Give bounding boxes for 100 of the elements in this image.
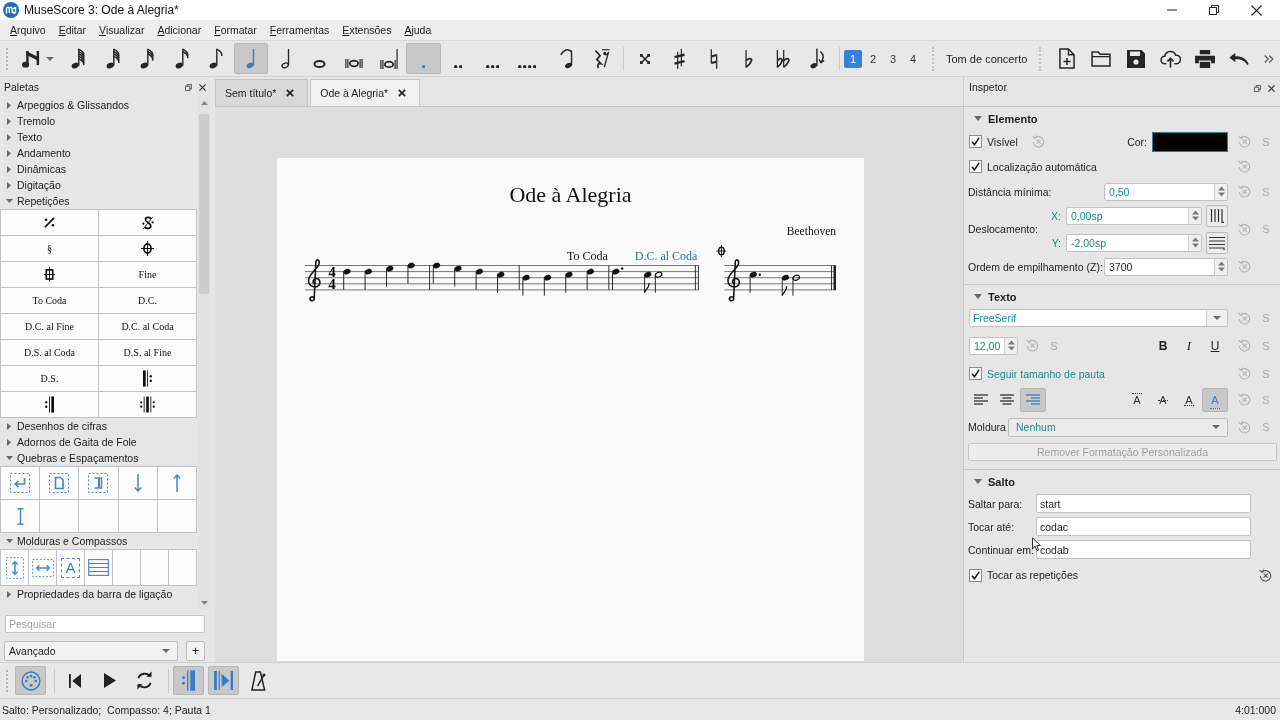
text-field[interactable]: codac xyxy=(1036,517,1251,536)
spin-box[interactable]: 3700 xyxy=(1104,257,1228,276)
palette-category[interactable]: Molduras e Compassos xyxy=(0,533,198,549)
palette-item[interactable]: D.C. al Fine xyxy=(1,314,98,339)
score-tab[interactable]: Sem título* xyxy=(215,79,309,106)
concert-pitch-button[interactable]: Tom de concerto xyxy=(942,46,1032,71)
voice-button[interactable]: 2 xyxy=(864,49,882,68)
dot-button[interactable] xyxy=(406,43,441,74)
color-swatch[interactable] xyxy=(1152,131,1228,152)
palette-category[interactable]: Andamento xyxy=(0,145,198,161)
palette-item[interactable]: D.S. al Fine xyxy=(99,340,196,365)
close-icon[interactable] xyxy=(1268,85,1275,92)
score-tab[interactable]: Ode à Alegria* xyxy=(310,79,421,106)
caret-icon xyxy=(46,56,54,61)
eighth-note-icon xyxy=(209,48,224,69)
add-button[interactable]: + xyxy=(186,641,205,661)
text-field[interactable]: start xyxy=(1036,494,1251,513)
close-icon[interactable] xyxy=(398,89,407,97)
palette-category[interactable]: Texto xyxy=(0,129,198,145)
italic-button[interactable]: I xyxy=(1176,334,1202,357)
checkbox[interactable] xyxy=(969,367,982,380)
palette-item[interactable]: Fine xyxy=(99,262,196,287)
menu-item[interactable]: Arquivo xyxy=(10,24,46,36)
undock-icon[interactable] xyxy=(1254,85,1261,92)
reset-icon[interactable] xyxy=(1259,568,1272,582)
play-repeats-button[interactable] xyxy=(173,666,204,695)
menu-item[interactable]: Ajuda xyxy=(404,24,432,36)
text-field[interactable]: codab xyxy=(1036,540,1251,559)
spin-box[interactable]: -2,00sp xyxy=(1066,233,1202,252)
mode-dropdown[interactable]: Avançado xyxy=(4,641,178,661)
menu-item[interactable]: Extensões xyxy=(342,24,392,36)
close-icon[interactable] xyxy=(286,89,295,97)
palette-item[interactable]: To Coda xyxy=(1,288,98,313)
palette-item[interactable] xyxy=(1,392,98,417)
palette-category[interactable]: Propriedades da barra de ligação xyxy=(0,586,198,602)
align-top-button[interactable]: A xyxy=(1124,387,1150,412)
metronome-icon xyxy=(251,670,266,691)
palette-item[interactable]: D.S. xyxy=(1,366,98,391)
palette-category[interactable]: Adornos de Gaita de Fole xyxy=(0,434,198,450)
field-label: Tocar até: xyxy=(968,520,1016,533)
quarter-note-button[interactable] xyxy=(233,43,268,74)
checkbox[interactable] xyxy=(969,568,982,582)
palette-item[interactable]: § xyxy=(1,236,98,261)
close-icon[interactable] xyxy=(199,83,206,91)
close-icon[interactable] xyxy=(1251,4,1262,16)
spin-box[interactable]: 0,50 xyxy=(1104,182,1228,201)
menu-item[interactable]: Formatar xyxy=(214,24,257,36)
grid-button[interactable] xyxy=(1206,231,1228,254)
text-frame-palette-item[interactable]: A xyxy=(57,550,84,585)
palette-category[interactable]: Repetições xyxy=(0,193,198,209)
spin-arrows-icon xyxy=(1191,237,1199,248)
undock-icon[interactable] xyxy=(185,83,192,91)
voice-button[interactable]: 3 xyxy=(884,49,902,68)
frame-dropdown[interactable]: Nenhum xyxy=(1008,417,1228,437)
overflow-icon[interactable] xyxy=(1264,54,1274,63)
palette-category[interactable]: Dinâmicas xyxy=(0,161,198,177)
section-header[interactable]: Salto xyxy=(968,471,1280,492)
palette-category[interactable]: Tremolo xyxy=(0,113,198,129)
section-header[interactable]: Texto xyxy=(968,286,1280,307)
restore-icon[interactable] xyxy=(1209,5,1219,15)
half-note xyxy=(792,274,800,297)
voice-button[interactable]: 1 xyxy=(844,49,862,68)
palette-item[interactable]: D.C. al Coda xyxy=(99,314,196,339)
menu-item[interactable]: Adicionar xyxy=(157,24,202,36)
palette-item[interactable]: D.S. al Coda xyxy=(1,340,98,365)
underline-button[interactable]: U xyxy=(1202,334,1228,357)
search-field[interactable]: Pesquisar xyxy=(5,615,205,633)
align-baseline-button[interactable]: A xyxy=(1176,387,1202,412)
bold-button[interactable]: B xyxy=(1150,334,1176,357)
spin-box[interactable]: 0,00sp xyxy=(1066,206,1202,225)
palette-item[interactable] xyxy=(99,236,196,261)
palette-category[interactable]: Arpeggios & Glissandos xyxy=(0,97,198,113)
checkbox[interactable] xyxy=(969,135,982,148)
menu-item[interactable]: Visualizar xyxy=(99,24,145,36)
midi-input-button[interactable] xyxy=(15,666,46,695)
menu-item[interactable]: Editar xyxy=(58,24,87,36)
palette-category[interactable]: Quebras e Espaçamentos xyxy=(0,450,198,466)
checkbox[interactable] xyxy=(969,160,982,173)
grid-button[interactable] xyxy=(1206,204,1228,227)
palette-item[interactable]: D.C. xyxy=(99,288,196,313)
play-icon xyxy=(103,673,116,688)
palette-category[interactable]: Digitação xyxy=(0,177,198,193)
scrollbar[interactable] xyxy=(198,97,210,609)
palette-item[interactable] xyxy=(99,392,196,417)
voice-button[interactable]: 4 xyxy=(904,49,922,68)
eighth-note xyxy=(643,271,652,294)
end-start-repeat-icon xyxy=(140,396,155,413)
palette-item[interactable] xyxy=(99,366,196,391)
font-dropdown[interactable]: FreeSerif xyxy=(969,309,1228,327)
section-header[interactable]: Elemento xyxy=(968,108,1280,129)
scroll-down-icon[interactable] xyxy=(200,601,208,605)
spin-box[interactable]: 12,00 xyxy=(969,336,1018,355)
align-middle-button[interactable]: A xyxy=(1150,387,1176,412)
scroll-up-icon[interactable] xyxy=(200,101,208,105)
palette-item[interactable] xyxy=(1,262,98,287)
composer-text: Beethoven xyxy=(786,224,836,238)
menu-item[interactable]: Ferramentas xyxy=(269,24,330,36)
scrollbar-thumb[interactable] xyxy=(199,114,209,294)
quarter-note xyxy=(497,271,505,294)
palette-category[interactable]: Desenhos de cifras xyxy=(0,418,198,434)
